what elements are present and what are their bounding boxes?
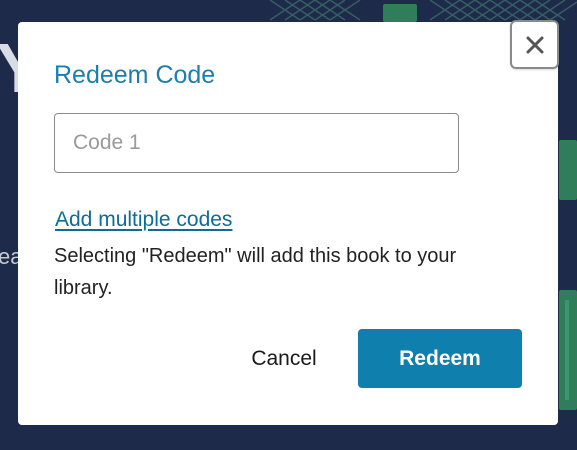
add-multiple-codes-link[interactable]: Add multiple codes (55, 208, 232, 232)
background-book (565, 300, 569, 400)
redeem-button[interactable]: Redeem (358, 329, 522, 388)
close-icon (526, 36, 543, 53)
code-input[interactable] (54, 113, 459, 173)
redeem-code-dialog: Redeem Code Add multiple codes Selecting… (18, 20, 559, 425)
background-book (383, 4, 417, 22)
cancel-button[interactable]: Cancel (228, 340, 340, 378)
close-button[interactable] (510, 20, 559, 69)
background-book (559, 140, 577, 200)
dialog-title: Redeem Code (54, 61, 216, 89)
redeem-info-text: Selecting "Redeem" will add this book to… (54, 245, 457, 299)
